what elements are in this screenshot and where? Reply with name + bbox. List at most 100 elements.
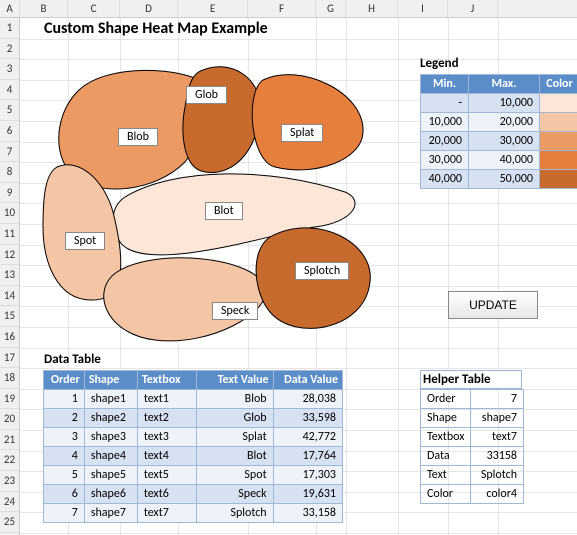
helper-key[interactable]: Text [421,466,471,485]
row-header-12[interactable]: 12 [0,245,19,266]
shape-label-blot[interactable]: Blot [205,202,243,220]
dt-datavalue[interactable]: 19,631 [273,485,342,504]
col-header-D[interactable]: D [120,0,178,17]
dt-order[interactable]: 6 [44,485,85,504]
col-header-H[interactable]: H [346,0,398,17]
col-header-J[interactable]: J [448,0,498,17]
dt-textbox[interactable]: text1 [137,390,196,409]
col-header-F[interactable]: F [248,0,316,17]
dt-shape[interactable]: shape2 [84,409,137,428]
dt-textvalue[interactable]: Spot [197,466,274,485]
row-header-3[interactable]: 3 [0,59,19,80]
row-header-10[interactable]: 10 [0,203,19,224]
legend-min[interactable]: 40,000 [421,170,469,189]
row-header-22[interactable]: 22 [0,450,19,471]
dt-shape[interactable]: shape6 [84,485,137,504]
update-button[interactable]: UPDATE [448,291,538,319]
helper-key[interactable]: Shape [421,409,471,428]
dt-datavalue[interactable]: 17,303 [273,466,342,485]
legend-min[interactable]: 10,000 [421,113,469,132]
dt-textvalue[interactable]: Splat [197,428,274,447]
dt-textvalue[interactable]: Splotch [197,504,274,523]
dt-order[interactable]: 4 [44,447,85,466]
legend-min[interactable]: - [421,94,469,113]
legend-min[interactable]: 30,000 [421,151,469,170]
col-header-C[interactable]: C [68,0,120,17]
dt-datavalue[interactable]: 28,038 [273,390,342,409]
row-header-18[interactable]: 18 [0,368,19,389]
shape-speck[interactable] [104,258,266,341]
dt-textbox[interactable]: text3 [137,428,196,447]
dt-shape[interactable]: shape1 [84,390,137,409]
legend-swatch[interactable] [540,170,577,189]
shape-label-speck[interactable]: Speck [212,302,258,320]
row-header-6[interactable]: 6 [0,121,19,142]
dt-order[interactable]: 7 [44,504,85,523]
row-header-24[interactable]: 24 [0,492,19,513]
row-header-15[interactable]: 15 [0,306,19,327]
row-header-19[interactable]: 19 [0,389,19,410]
helper-val[interactable]: color4 [471,485,524,504]
dt-order[interactable]: 2 [44,409,85,428]
dt-textbox[interactable]: text5 [137,466,196,485]
legend-swatch[interactable] [540,132,577,151]
helper-val[interactable]: Splotch [471,466,524,485]
dt-order[interactable]: 3 [44,428,85,447]
row-header-17[interactable]: 17 [0,348,19,369]
row-header-23[interactable]: 23 [0,471,19,492]
legend-max[interactable]: 30,000 [469,132,540,151]
shape-label-glob[interactable]: Glob [186,86,227,104]
shape-label-blob[interactable]: Blob [118,128,158,146]
shape-label-splotch[interactable]: Splotch [295,262,349,280]
row-header-11[interactable]: 11 [0,224,19,245]
col-header-E[interactable]: E [178,0,248,17]
row-header-14[interactable]: 14 [0,286,19,307]
helper-key[interactable]: Textbox [421,428,471,447]
dt-order[interactable]: 1 [44,390,85,409]
legend-max[interactable]: 40,000 [469,151,540,170]
dt-textbox[interactable]: text2 [137,409,196,428]
helper-val[interactable]: 7 [471,390,524,409]
legend-swatch[interactable] [540,94,577,113]
dt-textbox[interactable]: text4 [137,447,196,466]
dt-datavalue[interactable]: 17,764 [273,447,342,466]
dt-shape[interactable]: shape5 [84,466,137,485]
row-header-2[interactable]: 2 [0,39,19,60]
dt-datavalue[interactable]: 33,158 [273,504,342,523]
helper-key[interactable]: Order [421,390,471,409]
helper-key[interactable]: Color [421,485,471,504]
row-header-16[interactable]: 16 [0,327,19,348]
col-header-I[interactable]: I [398,0,448,17]
helper-key[interactable]: Data [421,447,471,466]
shape-glob[interactable] [183,67,260,173]
dt-order[interactable]: 5 [44,466,85,485]
dt-textbox[interactable]: text6 [137,485,196,504]
row-header-4[interactable]: 4 [0,80,19,101]
dt-textvalue[interactable]: Speck [197,485,274,504]
row-header-21[interactable]: 21 [0,430,19,451]
dt-shape[interactable]: shape4 [84,447,137,466]
dt-datavalue[interactable]: 42,772 [273,428,342,447]
row-header-1[interactable]: 1 [0,18,19,39]
dt-shape[interactable]: shape7 [84,504,137,523]
row-header-5[interactable]: 5 [0,100,19,121]
legend-min[interactable]: 20,000 [421,132,469,151]
row-header-13[interactable]: 13 [0,265,19,286]
worksheet-area[interactable]: Custom Shape Heat Map Example BlobGlobSp… [20,18,577,535]
col-header-B[interactable]: B [20,0,68,17]
dt-datavalue[interactable]: 33,598 [273,409,342,428]
dt-textvalue[interactable]: Blob [197,390,274,409]
legend-swatch[interactable] [540,113,577,132]
dt-textbox[interactable]: text7 [137,504,196,523]
legend-max[interactable]: 20,000 [469,113,540,132]
row-header-8[interactable]: 8 [0,162,19,183]
legend-swatch[interactable] [540,151,577,170]
col-header-A[interactable]: A [0,0,20,17]
col-header-G[interactable]: G [316,0,346,17]
dt-shape[interactable]: shape3 [84,428,137,447]
helper-val[interactable]: 33158 [471,447,524,466]
row-header-20[interactable]: 20 [0,409,19,430]
helper-val[interactable]: shape7 [471,409,524,428]
row-header-9[interactable]: 9 [0,183,19,204]
shape-label-splat[interactable]: Splat [281,124,323,142]
